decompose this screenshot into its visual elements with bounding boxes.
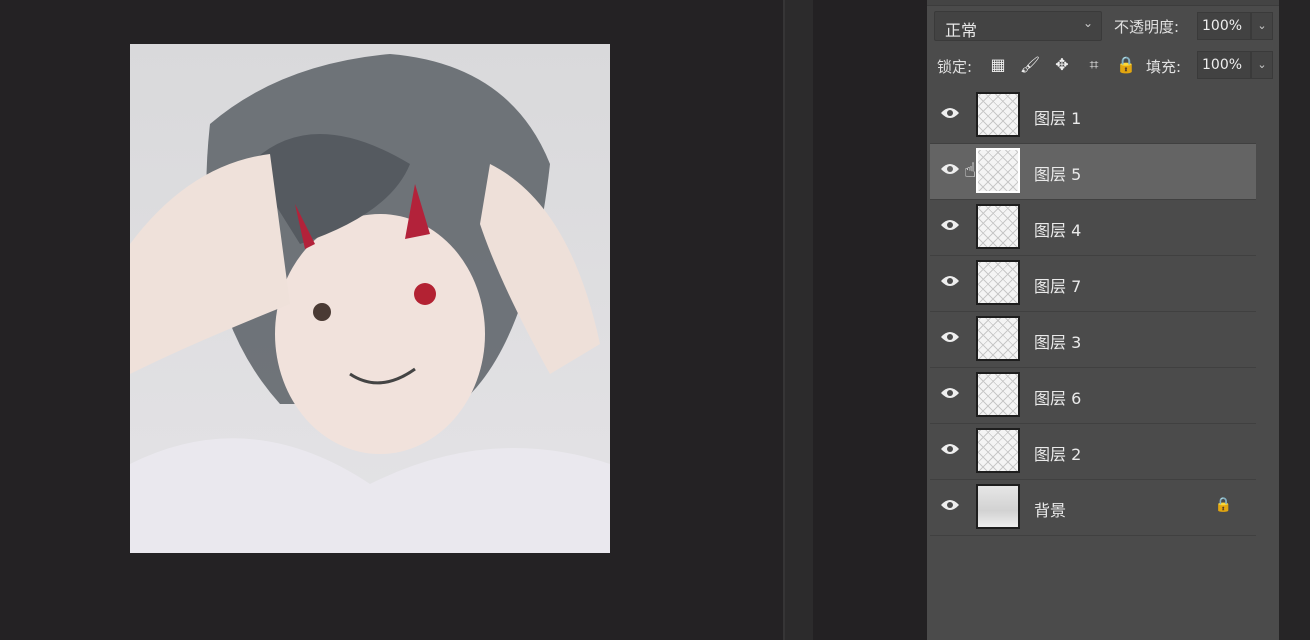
chevron-down-icon: ⌄: [1082, 16, 1093, 30]
panel-divider[interactable]: [783, 0, 813, 640]
lock-position-icon[interactable]: ✥: [1051, 55, 1073, 75]
panel-gap: [813, 0, 927, 640]
panel-right-edge: [1279, 0, 1310, 640]
opacity-input[interactable]: 100%: [1197, 12, 1251, 40]
layer-row-background[interactable]: 背景 🔒: [930, 480, 1256, 536]
eye-icon[interactable]: [940, 386, 960, 400]
layer-name: 图层 2: [1034, 445, 1082, 464]
eye-icon[interactable]: [940, 218, 960, 232]
artwork-image: [130, 44, 610, 553]
layer-row[interactable]: 图层 6: [930, 368, 1256, 424]
blend-mode-select[interactable]: 正常 ⌄: [934, 11, 1102, 41]
lock-transparent-pixels-icon[interactable]: ▦: [987, 55, 1009, 75]
layer-name: 背景: [1034, 501, 1067, 520]
eye-icon[interactable]: [940, 274, 960, 288]
layer-row[interactable]: 图层 2: [930, 424, 1256, 480]
layer-thumbnail: [976, 260, 1020, 305]
layer-thumbnail: [976, 148, 1020, 193]
eye-icon[interactable]: [940, 162, 960, 176]
layer-thumbnail: [976, 316, 1020, 361]
lock-icon: 🔒: [1214, 497, 1232, 513]
document-canvas[interactable]: [0, 0, 783, 640]
layer-thumbnail: [976, 92, 1020, 137]
lock-image-pixels-icon[interactable]: 🖌: [1019, 55, 1041, 75]
layer-name: 图层 7: [1034, 277, 1082, 296]
layer-name: 图层 6: [1034, 389, 1082, 408]
opacity-label: 不透明度:: [1114, 18, 1180, 36]
layer-name: 图层 3: [1034, 333, 1082, 352]
layer-row[interactable]: 图层 1: [930, 88, 1256, 144]
lock-all-icon[interactable]: 🔒: [1115, 55, 1137, 75]
layer-thumbnail: [976, 484, 1020, 529]
eye-icon[interactable]: [940, 106, 960, 120]
layer-thumbnail: [976, 204, 1020, 249]
fill-dropdown[interactable]: ⌄: [1251, 51, 1273, 79]
eye-icon[interactable]: [940, 442, 960, 456]
eye-icon[interactable]: [940, 330, 960, 344]
lock-label: 锁定:: [937, 58, 973, 76]
blend-mode-value: 正常: [945, 21, 978, 40]
hand-cursor-icon: ☝: [964, 158, 977, 182]
eye-icon[interactable]: [940, 498, 960, 512]
layer-row[interactable]: 图层 7: [930, 256, 1256, 312]
panel-top-border: [927, 0, 1279, 6]
layers-panel: 正常 ⌄ 不透明度: 100% ⌄ 锁定: ▦ 🖌 ✥ ⌗ 🔒 填充: 100% …: [927, 0, 1279, 640]
layer-list: 图层 1 ☝ 图层 5 图层 4 图层 7 图层 3 图层 6 图层 2 背景 …: [930, 88, 1256, 536]
layer-name: 图层 4: [1034, 221, 1082, 240]
opacity-dropdown[interactable]: ⌄: [1251, 12, 1273, 40]
layer-thumbnail: [976, 372, 1020, 417]
layer-row-selected[interactable]: ☝ 图层 5: [930, 144, 1256, 200]
lock-artboard-icon[interactable]: ⌗: [1083, 55, 1105, 75]
layer-name: 图层 5: [1034, 165, 1082, 184]
fill-input[interactable]: 100%: [1197, 51, 1251, 79]
layer-row[interactable]: 图层 3: [930, 312, 1256, 368]
layer-row[interactable]: 图层 4: [930, 200, 1256, 256]
fill-label: 填充:: [1146, 58, 1182, 76]
layer-name: 图层 1: [1034, 109, 1082, 128]
layer-thumbnail: [976, 428, 1020, 473]
